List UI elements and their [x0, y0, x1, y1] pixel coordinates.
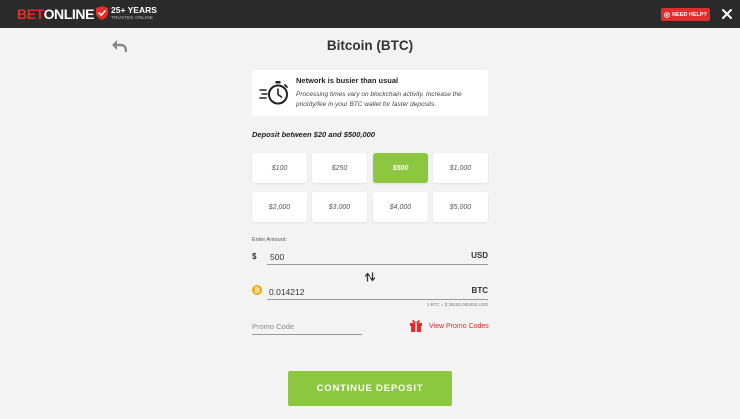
logo-bet: BET	[17, 6, 44, 22]
svg-text:₿: ₿	[254, 287, 260, 295]
amount-button-4000[interactable]: $4,000	[373, 192, 428, 222]
badge-years: 25+ YEARS	[111, 5, 157, 15]
enter-amount-label: Enter Amount:	[252, 237, 287, 243]
promo-code-input[interactable]: Promo Code	[252, 322, 294, 331]
need-help-label: NEED HELP?	[672, 11, 707, 18]
close-icon[interactable]	[720, 7, 734, 21]
amount-button-500[interactable]: $500	[373, 153, 428, 183]
btc-amount-input[interactable]: 0.014212	[269, 287, 304, 297]
dollar-sign: $	[252, 252, 257, 261]
trusted-badge: 25+ YEARS TRUSTED ONLINE	[96, 6, 157, 20]
usd-unit: USD	[471, 251, 488, 260]
usd-amount-field[interactable]: $ 500 USD	[252, 250, 488, 265]
stopwatch-icon	[259, 81, 288, 105]
network-notice: Network is busier than usual Processing …	[252, 70, 488, 116]
notice-title: Network is busier than usual	[296, 76, 399, 85]
page-title: Bitcoin (BTC)	[326, 38, 414, 53]
badge-trusted: TRUSTED ONLINE	[111, 14, 154, 20]
btc-amount-field[interactable]: ₿ 0.014212 BTC	[252, 285, 488, 300]
btc-underline	[267, 299, 488, 300]
btc-unit: BTC	[471, 286, 488, 295]
amount-button-5000[interactable]: $5,000	[433, 192, 488, 222]
promo-code-field[interactable]: Promo Code	[252, 322, 362, 335]
exchange-rate: 1 BTC = $ 35182.083453 USD	[426, 302, 488, 307]
amount-button-100[interactable]: $100	[252, 153, 307, 183]
need-help-button[interactable]: NEED HELP?	[661, 8, 710, 21]
continue-deposit-button[interactable]: CONTINUE DEPOSIT	[288, 371, 452, 406]
deposit-range-label: Deposit between $20 and $500,000	[252, 130, 375, 139]
amount-grid: $100 $250 $500 $1,000 $2,000 $3,000 $4,0…	[252, 153, 489, 223]
gift-icon[interactable]	[409, 319, 423, 332]
view-promo-codes-link[interactable]: View Promo Codes	[429, 323, 489, 330]
betonline-logo[interactable]: BETONLINE	[17, 7, 94, 21]
amount-button-1000[interactable]: $1,000	[433, 153, 488, 183]
lifebuoy-icon	[664, 11, 670, 18]
bitcoin-icon: ₿	[252, 285, 262, 295]
amount-button-3000[interactable]: $3,000	[312, 192, 367, 222]
top-bar: BETONLINE 25+ YEARS TRUSTED ONLINE NEED …	[0, 0, 740, 28]
shield-check-icon	[96, 6, 108, 20]
promo-underline	[252, 334, 362, 335]
swap-icon[interactable]	[364, 272, 376, 282]
notice-text: Processing times vary on blockchain acti…	[296, 91, 462, 108]
amount-button-2000[interactable]: $2,000	[252, 192, 307, 222]
logo-online: ONLINE	[43, 6, 95, 22]
amount-button-250[interactable]: $250	[312, 153, 367, 183]
usd-amount-input[interactable]: 500	[270, 252, 284, 262]
usd-underline	[267, 264, 488, 265]
